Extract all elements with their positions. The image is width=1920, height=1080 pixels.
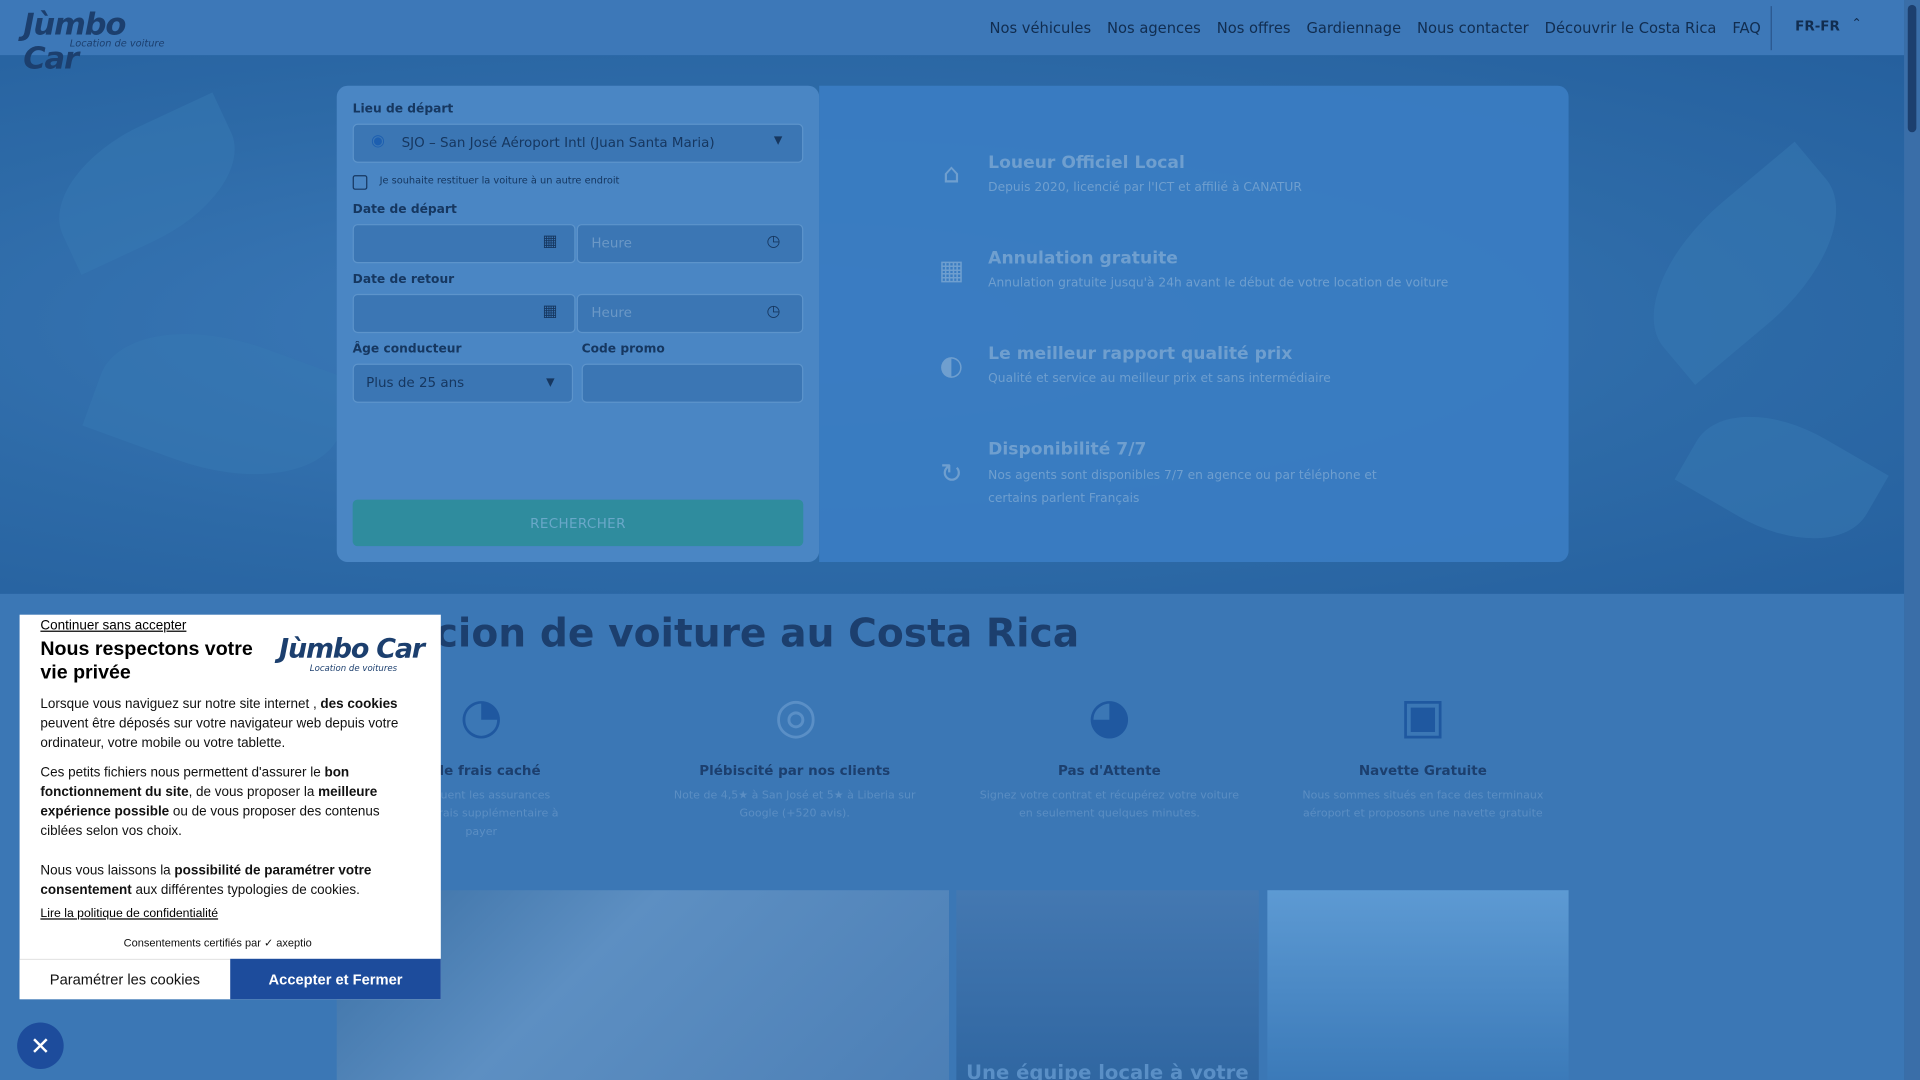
photo-support-agent bbox=[956, 890, 1259, 1080]
benefit-title: Annulation gratuite bbox=[988, 248, 1178, 269]
piggy-bank-icon: ◐ bbox=[939, 351, 964, 383]
calendar-cancel-icon: ▦ bbox=[938, 255, 965, 287]
cookie-logo-tagline: Location de voitures bbox=[309, 663, 398, 674]
cookie-paragraph-1: Lorsque vous naviguez sur notre site int… bbox=[40, 694, 422, 753]
nav-offres[interactable]: Nos offres bbox=[1217, 19, 1291, 36]
hand-money-icon: ◔ bbox=[459, 688, 503, 745]
benefit-title: Le meilleur rapport qualité prix bbox=[988, 344, 1293, 364]
departure-label: Lieu de départ bbox=[352, 102, 454, 117]
start-date-label: Date de départ bbox=[352, 203, 457, 217]
cookie-paragraph-3: Nous vous laissons la possibilité de par… bbox=[40, 861, 422, 900]
age-label: Âge conducteur bbox=[352, 342, 462, 357]
leaf-decoration bbox=[1616, 141, 1874, 385]
start-time-placeholder: Heure bbox=[591, 235, 632, 252]
feature-desc: Nous sommes situés en face des terminaux… bbox=[1302, 789, 1544, 821]
nav-contact[interactable]: Nous contacter bbox=[1417, 19, 1529, 36]
return-other-label: Je souhaite restituer la voiture à un au… bbox=[379, 175, 620, 187]
return-date-label: Date de retour bbox=[352, 273, 455, 287]
benefit-desc: Qualité et service au meilleur prix et s… bbox=[988, 372, 1331, 386]
scrollbar[interactable] bbox=[1904, 0, 1920, 1080]
promo-label: Code promo bbox=[581, 342, 665, 357]
speedometer-icon: ◕ bbox=[1088, 688, 1131, 745]
cookie-title: Nous respectons votre vie privée bbox=[40, 639, 253, 684]
text: Lorsque vous naviguez sur notre site int… bbox=[40, 696, 321, 712]
map-pin-icon: ⌂ bbox=[942, 159, 960, 190]
text: Ces petits fichiers nous permettent d'as… bbox=[40, 765, 325, 781]
benefit-desc: Nos agents sont disponibles 7/7 en agenc… bbox=[988, 468, 1377, 506]
chevron-up-icon[interactable]: ⌃ bbox=[1851, 17, 1861, 30]
bus-icon: ▣ bbox=[1399, 688, 1447, 745]
accept-and-close-button[interactable]: Accepter et Fermer bbox=[230, 958, 441, 1000]
leaf-decoration bbox=[34, 92, 260, 276]
benefit-title: Loueur Officiel Local bbox=[988, 153, 1185, 173]
text: peuvent être déposés sur votre navigateu… bbox=[40, 716, 399, 751]
search-button[interactable]: RECHERCHER bbox=[352, 499, 804, 547]
benefit-desc: Annulation gratuite jusqu'à 24h avant le… bbox=[988, 276, 1449, 291]
cookie-paragraph-2: Ces petits fichiers nous permettent d'as… bbox=[40, 763, 422, 841]
privacy-policy-link[interactable]: Lire la politique de confidentialité bbox=[40, 907, 218, 920]
text-bold: des cookies bbox=[320, 696, 398, 712]
nav-agences[interactable]: Nos agences bbox=[1107, 19, 1201, 36]
promo-input[interactable] bbox=[581, 363, 804, 403]
cookie-settings-button[interactable]: Paramétrer les cookies bbox=[19, 958, 231, 1000]
clock-icon[interactable]: ◷ bbox=[767, 233, 781, 251]
departure-value: SJO – San José Aéroport Intl (Juan Santa… bbox=[401, 134, 715, 151]
photo-beach-signpost bbox=[1267, 890, 1569, 1080]
calendar-icon[interactable]: ▦ bbox=[542, 233, 557, 251]
main-nav: Nos véhicules Nos agences Nos offres Gar… bbox=[989, 0, 1760, 55]
map-pin-icon: ◉ bbox=[371, 132, 385, 151]
nav-faq[interactable]: FAQ bbox=[1732, 19, 1760, 36]
feature-desc: Note de 4,5★ à San José et 5★ à Liberia … bbox=[673, 789, 916, 821]
calendar-icon[interactable]: ▦ bbox=[542, 302, 557, 320]
certified-by: Consentements certifiés par ✓ axeptio bbox=[123, 936, 312, 949]
benefit-title: Disponibilité 7/7 bbox=[988, 439, 1147, 460]
return-time-placeholder: Heure bbox=[591, 304, 632, 321]
clock-icon[interactable]: ◷ bbox=[767, 302, 781, 320]
return-other-checkbox[interactable] bbox=[352, 175, 368, 190]
text: aux différentes typologies de cookies. bbox=[131, 882, 360, 898]
continue-without-accepting-link[interactable]: Continuer sans accepter bbox=[40, 618, 186, 633]
text: Nous vous laissons la bbox=[40, 863, 175, 878]
clock-refresh-icon: ↻ bbox=[940, 459, 963, 490]
award-badge-icon: ◎ bbox=[774, 688, 818, 745]
language-selector[interactable]: FR-FR bbox=[1795, 18, 1840, 34]
page: Lieu de départ ◉ SJO – San José Aéroport… bbox=[0, 0, 1920, 1080]
chevron-down-icon[interactable]: ▼ bbox=[546, 377, 554, 389]
cookie-logo: Jùmbo Car bbox=[279, 634, 425, 665]
close-icon[interactable]: ✕ bbox=[17, 1022, 64, 1069]
feature-title: Plébiscité par nos clients bbox=[699, 762, 891, 779]
photo-caption: Une équipe locale à votre bbox=[966, 1060, 1249, 1080]
feature-title: Navette Gratuite bbox=[1358, 762, 1487, 779]
nav-vehicules[interactable]: Nos véhicules bbox=[989, 19, 1091, 36]
section-title: cion de voiture au Costa Rica bbox=[434, 609, 1080, 657]
leaf-decoration bbox=[1674, 383, 1889, 572]
benefit-desc: Depuis 2020, licencié par l'ICT et affil… bbox=[988, 181, 1302, 195]
nav-divider bbox=[1770, 6, 1772, 51]
feature-desc: Signez votre contrat et récupérez votre … bbox=[979, 789, 1239, 821]
scrollbar-thumb[interactable] bbox=[1907, 4, 1917, 133]
leaf-decoration bbox=[82, 298, 359, 510]
text: , de vous proposer la bbox=[188, 784, 319, 800]
logo[interactable]: Jùmbo Car Location de voiture bbox=[23, 7, 182, 76]
chevron-down-icon[interactable]: ▼ bbox=[774, 135, 782, 147]
logo-tagline: Location de voiture bbox=[69, 37, 165, 49]
nav-costa-rica[interactable]: Découvrir le Costa Rica bbox=[1545, 19, 1717, 36]
nav-gardiennage[interactable]: Gardiennage bbox=[1306, 19, 1401, 36]
feature-title: Pas d'Attente bbox=[1058, 762, 1161, 779]
age-value: Plus de 25 ans bbox=[366, 374, 465, 391]
